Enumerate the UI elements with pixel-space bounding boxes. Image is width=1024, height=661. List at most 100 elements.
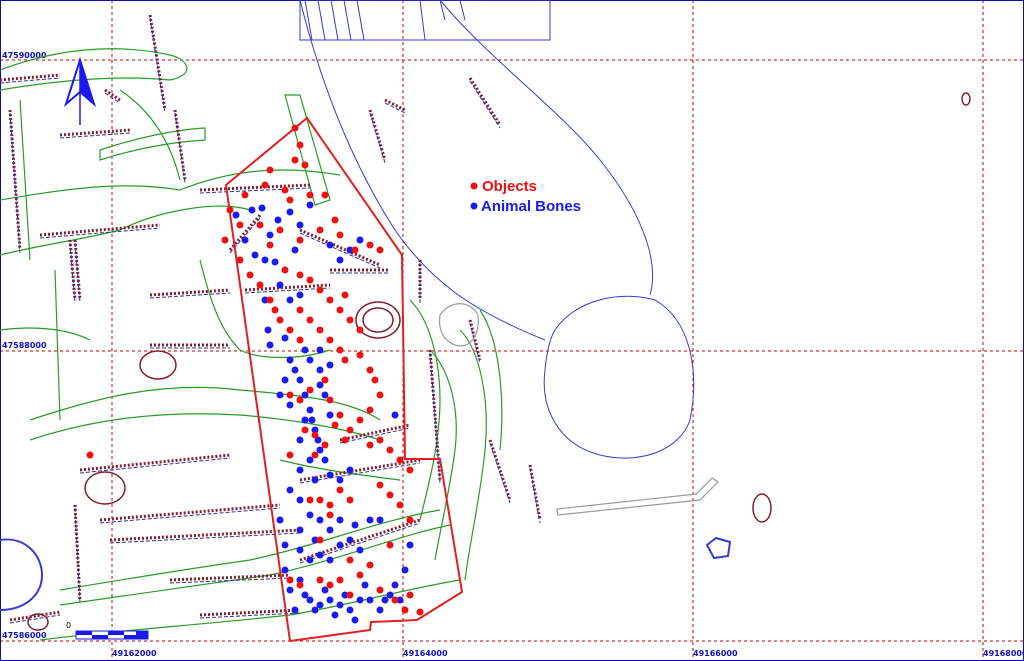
bone-find-51 [306,556,314,564]
bone-find-24 [286,356,294,364]
bone-find-37 [276,391,284,399]
object-find-19 [376,246,384,254]
object-find-21 [281,266,289,274]
object-find-87 [346,591,354,599]
bone-find-98 [316,366,324,374]
grid-label-x3: 49166000 [693,649,738,658]
object-find-90 [266,166,274,174]
object-find-71 [316,496,324,504]
bone-find-60 [311,606,319,614]
object-find-15 [331,216,339,224]
bone-find-16 [356,236,364,244]
object-find-89 [386,541,394,549]
bone-find-83 [351,521,359,529]
object-find-81 [286,576,294,584]
object-find-69 [346,496,354,504]
grid-label-x1: 49162000 [112,649,157,658]
bone-find-44 [296,496,304,504]
object-find-40 [366,366,374,374]
object-find-38 [271,306,279,314]
bone-find-5 [296,221,304,229]
bone-find-10 [261,256,269,264]
bone-find-8 [266,231,274,239]
bone-find-19 [296,291,304,299]
object-find-98 [341,291,349,299]
bone-find-2 [258,204,266,212]
bone-find-86 [391,411,399,419]
object-find-55 [311,431,319,439]
bone-find-17 [276,281,284,289]
object-find-91 [241,191,249,199]
bone-find-73 [381,596,389,604]
bone-find-14 [336,256,344,264]
bone-find-55 [346,536,354,544]
bone-find-58 [301,591,309,599]
object-find-75 [346,556,354,564]
object-find-44 [356,416,364,424]
grid-label-y3: 47586000 [2,631,47,640]
object-find-2 [291,156,299,164]
bone-find-42 [326,411,334,419]
object-find-27 [346,316,354,324]
bone-find-71 [366,596,374,604]
bone-find-50 [296,546,304,554]
object-find-63 [406,466,414,474]
bone-find-90 [311,476,319,484]
bone-find-6 [306,201,314,209]
object-find-3 [301,161,309,169]
excavation-map[interactable]: 49162000 49164000 49166000 49168000 4759… [0,0,1024,661]
bone-find-94 [301,346,309,354]
bone-find-79 [281,566,289,574]
bone-find-28 [306,406,314,414]
object-find-79 [316,576,324,584]
object-find-53 [286,391,294,399]
bone-find-32 [316,446,324,454]
bone-find-91 [326,471,334,479]
bone-find-64 [331,611,339,619]
bone-find-52 [316,551,324,559]
object-find-92 [221,236,229,244]
object-find-94 [246,271,254,279]
object-find-88 [366,561,374,569]
object-find-70 [326,501,334,509]
object-find-57 [311,451,319,459]
object-find-76 [356,571,364,579]
object-find-32 [326,336,334,344]
object-find-62 [396,456,404,464]
object-find-37 [276,316,284,324]
bone-find-61 [316,601,324,609]
object-find-9 [226,206,234,214]
bone-find-11 [271,258,279,266]
object-find-80 [296,581,304,589]
object-find-4 [261,181,269,189]
bone-find-68 [351,616,359,624]
object-find-20 [266,241,274,249]
object-find-17 [351,246,359,254]
object-find-41 [371,376,379,384]
bone-find-70 [361,581,369,589]
object-find-68 [336,486,344,494]
bone-find-4 [286,208,294,216]
bone-find-12 [291,246,299,254]
bone-find-29 [308,416,316,424]
bone-find-65 [336,601,344,609]
bone-find-33 [321,456,329,464]
object-find-25 [326,296,334,304]
bone-find-88 [401,566,409,574]
object-find-29 [296,306,304,314]
object-find-61 [386,446,394,454]
object-find-30 [306,316,314,324]
bone-find-77 [291,606,299,614]
bone-find-72 [376,606,384,614]
legend-objects-label: Objects [482,178,537,195]
object-find-46 [341,436,349,444]
bone-find-48 [276,516,284,524]
bone-find-23 [281,334,289,342]
bone-find-9 [251,251,259,259]
object-find-48 [331,421,339,429]
object-find-67 [406,516,414,524]
legend-bones-label: Animal Bones [481,198,581,215]
bone-find-45 [306,511,314,519]
bone-find-69 [356,596,364,604]
object-find-35 [296,336,304,344]
